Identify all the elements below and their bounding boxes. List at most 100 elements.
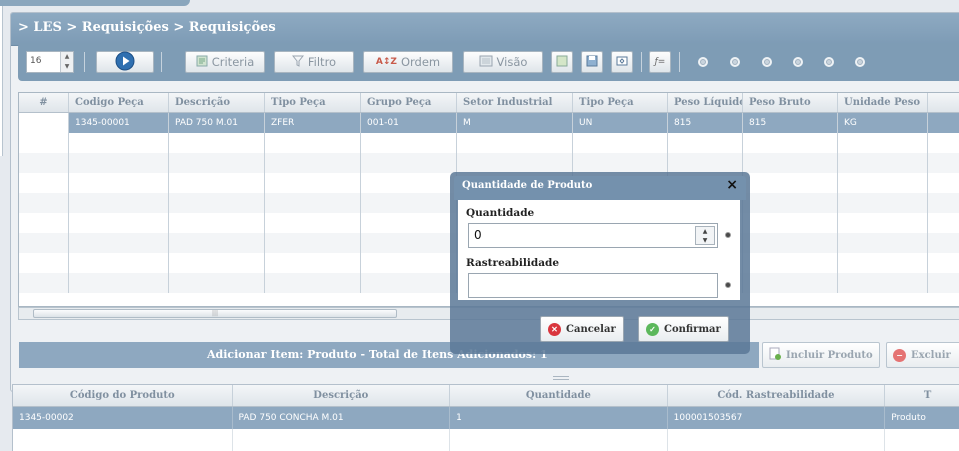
table-row[interactable]: 1345-00001 PAD 750 M.01 ZFER 001-01 M UN 815 81… — [19, 113, 959, 133]
empty-row — [13, 429, 959, 451]
cancel-label: Cancelar — [566, 323, 616, 335]
quantidade-dialog: Quantidade de Produto × Quantidade 0 ▲ ▼ … — [454, 176, 746, 350]
grid-column-header[interactable]: # — [19, 93, 69, 112]
toolbar-separator — [84, 52, 85, 72]
confirm-label: Confirmar — [664, 323, 721, 335]
visao-button[interactable]: Visão — [463, 51, 543, 73]
expand-button[interactable] — [611, 51, 633, 73]
dialog-title-text: Quantidade de Produto — [462, 180, 593, 191]
added-items-body: 1345-00002 PAD 750 CONCHA M.01 1 1000015035… — [13, 407, 959, 429]
splitter-handle[interactable] — [553, 376, 569, 380]
remove-icon: − — [893, 348, 906, 362]
export-button[interactable] — [551, 51, 573, 73]
dialog-body: Quantidade 0 ▲ ▼ Rastreabilidade — [458, 200, 740, 300]
added-items-column-header[interactable]: T — [885, 385, 959, 406]
quantidade-stepper[interactable]: ▲ ▼ — [695, 226, 715, 245]
expand-icon — [616, 55, 628, 70]
prev-page-icon[interactable] — [762, 57, 772, 67]
added-items-column-header[interactable]: Descrição — [233, 385, 451, 406]
table-cell: Produto — [885, 407, 959, 429]
table-cell: UN — [573, 113, 668, 133]
toolbar-separator — [161, 52, 162, 72]
play-icon — [115, 51, 135, 74]
run-button[interactable] — [96, 51, 154, 73]
added-items-column-header[interactable]: Quantidade — [450, 385, 668, 406]
ordem-label: Ordem — [400, 55, 441, 69]
required-indicator-icon — [725, 232, 731, 238]
quantidade-label: Quantidade — [466, 207, 535, 219]
toolbar-separator — [679, 52, 680, 72]
grid-column-header[interactable]: Peso Líquido — [668, 93, 743, 112]
visao-label: Visão — [496, 55, 528, 69]
grid-column-header[interactable]: Descrição — [169, 93, 265, 112]
sort-az-icon: A↕Z — [375, 57, 397, 67]
cancel-icon: ✕ — [548, 322, 561, 336]
filtro-button[interactable]: Filtro — [274, 51, 354, 73]
excluir-button[interactable]: − Excluir — [886, 342, 959, 368]
table-cell: 001-01 — [361, 113, 457, 133]
scrollbar-thumb[interactable]: ||| — [33, 309, 397, 318]
table-cell: 815 — [743, 113, 838, 133]
add-document-icon — [769, 347, 781, 363]
stepper-up-icon[interactable]: ▲ — [696, 227, 714, 236]
added-items-column-header[interactable]: Cód. Rastreabilidade — [668, 385, 886, 406]
table-row[interactable]: 1345-00002 PAD 750 CONCHA M.01 1 1000015035… — [13, 407, 959, 429]
empty-row — [19, 153, 959, 173]
save-icon — [586, 55, 598, 70]
arrow-up-icon[interactable]: ▲ — [61, 52, 73, 62]
prev-block-icon[interactable] — [730, 57, 740, 67]
page-size-value: 16 — [30, 56, 42, 66]
formula-icon: ƒ= — [654, 57, 666, 67]
ordem-button[interactable]: A↕Z Ordem — [363, 51, 453, 73]
rastreabilidade-input[interactable] — [468, 273, 718, 298]
save-button[interactable] — [581, 51, 603, 73]
check-icon: ✓ — [646, 322, 659, 336]
table-cell: 100001503567 — [668, 407, 886, 429]
arrow-down-icon[interactable]: ▼ — [61, 62, 73, 72]
cancel-button[interactable]: ✕ Cancelar — [540, 316, 624, 342]
criteria-button[interactable]: Criteria — [185, 51, 265, 73]
incluir-label: Incluir Produto — [786, 349, 873, 361]
stepper-down-icon[interactable]: ▼ — [696, 236, 714, 245]
toolbar: 16 ▲ ▼ Criteria Filtro A↕Z Ordem Visão ƒ= — [18, 43, 959, 81]
added-items-header: Código do Produto Descrição Quantidade Cód.… — [13, 385, 959, 407]
table-cell: 815 — [668, 113, 743, 133]
grid-column-header[interactable]: Setor Industrial — [457, 93, 573, 112]
top-tab-strip — [0, 0, 190, 6]
grid-column-header[interactable]: Grupo Peça — [361, 93, 457, 112]
grid-column-header[interactable]: Unidade Peso — [838, 93, 928, 112]
filtro-label: Filtro — [307, 55, 337, 69]
grid-header: # Codigo Peça Descrição Tipo Peça Grupo Peça… — [19, 93, 959, 113]
spreadsheet-icon — [556, 55, 568, 70]
table-cell: M — [457, 113, 573, 133]
criteria-icon — [196, 55, 208, 70]
last-page-icon[interactable] — [855, 57, 865, 67]
confirm-button[interactable]: ✓ Confirmar — [638, 316, 729, 342]
page-size-arrows[interactable]: ▲ ▼ — [60, 52, 73, 72]
added-items-column-header[interactable]: Código do Produto — [13, 385, 233, 406]
breadcrumb: > LES > Requisições > Requisições — [11, 13, 959, 46]
table-cell: PAD 750 M.01 — [169, 113, 265, 133]
table-cell: ZFER — [265, 113, 361, 133]
table-cell — [19, 113, 69, 133]
grid-column-header[interactable]: Tipo Peça — [573, 93, 668, 112]
empty-row — [19, 133, 959, 153]
criteria-label: Criteria — [211, 55, 255, 69]
table-cell: 1 — [450, 407, 668, 429]
quantidade-input[interactable]: 0 ▲ ▼ — [468, 223, 718, 248]
first-page-icon[interactable] — [698, 57, 708, 67]
required-indicator-icon — [725, 282, 731, 288]
page-size-spinner[interactable]: 16 ▲ ▼ — [26, 51, 74, 73]
grid-column-header[interactable]: Tipo Peça — [265, 93, 361, 112]
grid-column-header[interactable]: Codigo Peça — [69, 93, 169, 112]
formula-button[interactable]: ƒ= — [649, 51, 671, 73]
incluir-produto-button[interactable]: Incluir Produto — [762, 342, 880, 368]
next-page-icon[interactable] — [793, 57, 803, 67]
added-items-grid: Código do Produto Descrição Quantidade Cód.… — [12, 384, 959, 451]
next-block-icon[interactable] — [824, 57, 834, 67]
close-icon[interactable]: × — [726, 176, 738, 195]
grid-column-header[interactable]: Peso Bruto — [743, 93, 838, 112]
table-cell: KG — [838, 113, 928, 133]
excluir-label: Excluir — [911, 349, 951, 361]
quantidade-value: 0 — [474, 228, 482, 242]
